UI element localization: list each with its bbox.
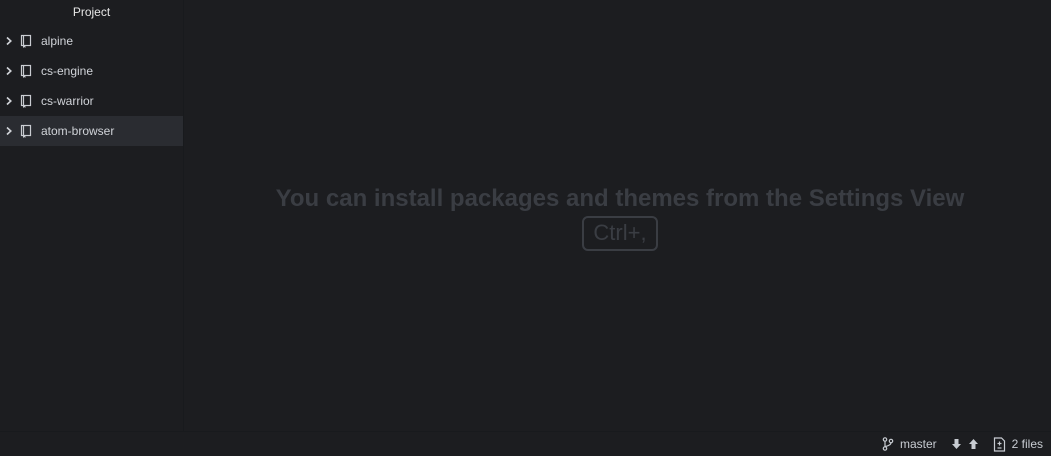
git-branch-icon <box>882 437 894 451</box>
diff-file-icon <box>993 436 1006 452</box>
chevron-right-icon[interactable] <box>2 36 16 46</box>
tree-item-label: cs-engine <box>41 64 94 78</box>
branch-name: master <box>899 437 937 451</box>
tree-item-cs-engine[interactable]: cs-engine <box>0 56 183 86</box>
git-branch[interactable]: master <box>882 437 937 451</box>
tree-item-label: cs-warrior <box>41 94 94 108</box>
git-changed-files[interactable]: 2 files <box>993 436 1043 452</box>
git-fetch-push[interactable] <box>951 438 979 450</box>
welcome-message: You can install packages and themes from… <box>275 185 965 212</box>
repo-icon <box>18 123 34 139</box>
tree-item-label: alpine <box>41 34 74 48</box>
status-bar: master 2 files <box>0 431 1051 456</box>
project-tree-view: Project alpine cs-engine cs-warrior atom… <box>0 0 184 431</box>
background-tip: You can install packages and themes from… <box>185 185 1051 251</box>
tree-item-atom-browser[interactable]: atom-browser <box>0 116 183 146</box>
keyboard-shortcut-badge: Ctrl+, <box>582 216 658 251</box>
arrow-up-icon[interactable] <box>968 438 979 450</box>
chevron-right-icon[interactable] <box>2 126 16 136</box>
changed-files-count: 2 files <box>1011 437 1043 451</box>
project-panel-title: Project <box>72 5 111 19</box>
repo-icon <box>18 93 34 109</box>
arrow-down-icon[interactable] <box>951 438 962 450</box>
repo-icon <box>18 63 34 79</box>
repo-icon <box>18 33 34 49</box>
atom-editor-window: Project alpine cs-engine cs-warrior atom… <box>0 0 1051 456</box>
editor-pane[interactable]: You can install packages and themes from… <box>185 0 1051 431</box>
project-tree: alpine cs-engine cs-warrior atom-browser <box>0 26 183 146</box>
chevron-right-icon[interactable] <box>2 96 16 106</box>
tree-item-alpine[interactable]: alpine <box>0 26 183 56</box>
tree-item-cs-warrior[interactable]: cs-warrior <box>0 86 183 116</box>
chevron-right-icon[interactable] <box>2 66 16 76</box>
tree-item-label: atom-browser <box>41 124 115 138</box>
